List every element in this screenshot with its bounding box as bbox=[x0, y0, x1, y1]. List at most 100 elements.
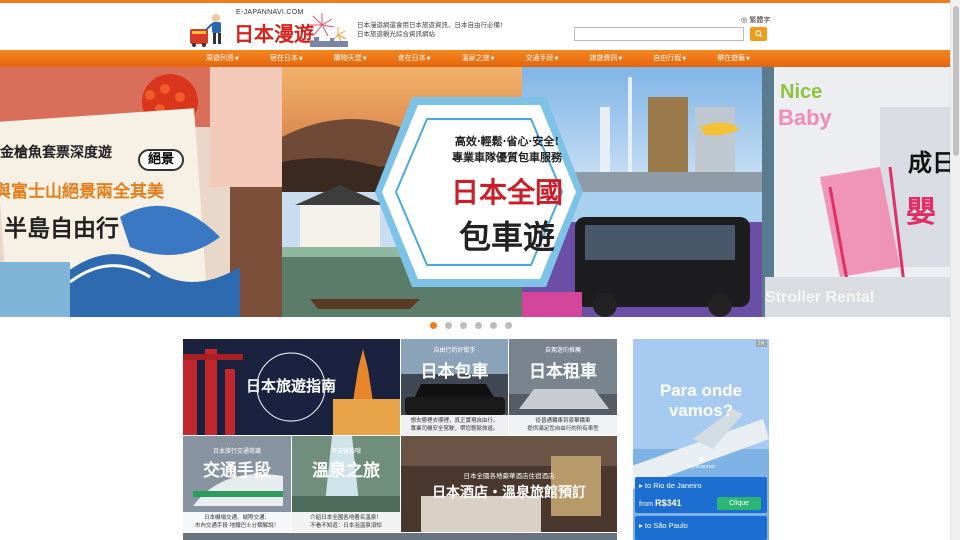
nav-item-onsen[interactable]: 溫泉之旅▼ bbox=[462, 50, 495, 67]
nav-label: 旅遊資訊 bbox=[589, 54, 618, 62]
scrollbar-thumb[interactable] bbox=[953, 6, 959, 156]
hero-carousel[interactable]: 金槍魚套票深度遊 絕景 與富士山絕景兩全其美 半島自由行 高效·輕鬆·省心·安全… bbox=[0, 67, 950, 317]
caption-line: 市內交通手段 地鐵巴士分類解說！ bbox=[194, 523, 280, 529]
caption-line: 想去哪裡去哪裡，真正實現自由行。 bbox=[410, 418, 499, 424]
nav-item-info[interactable]: 旅遊資訊▼ bbox=[589, 50, 622, 67]
ad-headline-line1: Para onde bbox=[659, 381, 743, 400]
caret-down-icon: ▼ bbox=[746, 56, 750, 62]
tile-transport-caption: 日本機場交通、城際交通、 市內交通手段 地鐵巴士分類解說！ bbox=[183, 512, 291, 532]
nav-item-hotels[interactable]: 宿在日本▼ bbox=[270, 50, 303, 67]
tile-hotel-booking[interactable]: 日本全國各地豪華酒店住宿酒店 日本酒店・溫泉旅館預訂 bbox=[401, 436, 617, 532]
advertisement-banner[interactable]: i× Para onde vamos? ✹ Skyscanner ▸ to Ri… bbox=[633, 339, 769, 540]
ad-headline: Para onde vamos? bbox=[633, 381, 769, 421]
fireworks-logo-icon bbox=[310, 13, 348, 47]
tile-onsen-subtitle: 不去後悔哦 bbox=[330, 448, 361, 455]
ad-destination-2-label: to São Paulo bbox=[644, 521, 688, 530]
tile-rent-title: 日本租車 bbox=[529, 362, 597, 382]
tile-car-rental[interactable]: 自駕遊的推薦 日本租車 從普通轎車到豪華轎車 提供滿足您自由行的所有車型 bbox=[509, 339, 617, 435]
tile-transport-title: 交通手段 bbox=[203, 461, 271, 481]
nav-item-tours[interactable]: 周遊列島▼ bbox=[206, 50, 239, 67]
nav-label: 購物天堂 bbox=[333, 54, 362, 62]
nav-label: 樂在遊藝 bbox=[717, 54, 746, 62]
tile-transport[interactable]: 日本旅行交通常識 交通手段 日本機場交通、城際交通、 市內交通手段 地鐵巴士分類… bbox=[183, 436, 291, 532]
slide-center-tagline2: 專業車隊優質包車服務 bbox=[452, 151, 562, 164]
tagline-line-1: 日本漫遊網還會用日本旅遊資訊、日本自由行必備! bbox=[357, 21, 503, 29]
caret-down-icon: ▼ bbox=[235, 56, 239, 62]
ad-offer-card-2[interactable]: ▸ to São Paulo bbox=[635, 516, 767, 540]
tile-rent-subtitle: 自駕遊的推薦 bbox=[544, 347, 581, 354]
traveler-logo-icon[interactable] bbox=[188, 12, 232, 48]
tile-onsen[interactable]: 不去後悔哦 溫泉之旅 介紹日本全國各地著名溫泉！ 不看不知道：日本泡溫泉須知 bbox=[292, 436, 400, 532]
caption-line: 介紹日本全國各地著名溫泉！ bbox=[310, 515, 382, 521]
tile-row-next bbox=[183, 533, 617, 540]
slide-left-line3: 半島自由行 bbox=[4, 215, 119, 242]
search-input[interactable] bbox=[574, 27, 744, 41]
caption-line: 專業司機安全駕駛，帶您輕鬆旅遊。 bbox=[410, 426, 499, 432]
carousel-dot-2[interactable] bbox=[445, 322, 452, 329]
slide-right-title2: 嬰 bbox=[906, 195, 936, 230]
tile-rent-caption: 從普通轎車到豪華轎車 提供滿足您自由行的所有車型 bbox=[509, 415, 617, 435]
nav-label: 溫泉之旅 bbox=[461, 54, 490, 62]
ad-offer-card-1[interactable]: ▸ to Rio de Janeiro from R$341 Clique bbox=[635, 477, 767, 513]
tile-car-title: 日本包車 bbox=[420, 362, 489, 382]
ad-destination-1: ▸ to Rio de Janeiro bbox=[639, 481, 702, 490]
caret-down-icon: ▼ bbox=[362, 56, 367, 62]
slide-left-line2: 與富士山絕景兩全其美 bbox=[0, 182, 164, 202]
ad-price: from R$341 bbox=[639, 498, 681, 508]
skyscanner-logo-icon: ✹ bbox=[697, 455, 705, 464]
tile-car-caption: 想去哪裡去哪裡，真正實現自由行。 專業司機安全駕駛，帶您輕鬆旅遊。 bbox=[401, 415, 508, 435]
ad-brand-label: Skyscanner bbox=[686, 464, 716, 470]
ad-headline-line2: vamos? bbox=[668, 401, 734, 420]
logo-subtitle: E-JAPANNAVI.COM bbox=[236, 9, 304, 16]
caret-down-icon: ▼ bbox=[426, 56, 431, 62]
caret-down-icon: ▼ bbox=[682, 56, 687, 62]
carousel-indicators bbox=[430, 322, 512, 329]
carousel-dot-3[interactable] bbox=[460, 322, 467, 329]
nav-label: 交通手段 bbox=[525, 54, 554, 62]
caption-line: 日本機場交通、城際交通、 bbox=[203, 515, 270, 521]
caret-down-icon: ▼ bbox=[618, 56, 623, 62]
ad-destination-1-label: to Rio de Janeiro bbox=[644, 481, 702, 490]
tile-transport-subtitle: 日本旅行交通常識 bbox=[212, 448, 261, 455]
tile-hotel-subtitle: 日本全國各地豪華酒店住宿酒店 bbox=[463, 472, 555, 480]
nav-item-transport[interactable]: 交通手段▼ bbox=[525, 50, 558, 67]
carousel-dot-4[interactable] bbox=[475, 322, 482, 329]
tile-car-subtitle: 自由行的好幫手 bbox=[433, 347, 476, 354]
nav-item-itinerary[interactable]: 自由行程▼ bbox=[653, 50, 686, 67]
nav-item-food[interactable]: 食在日本▼ bbox=[398, 50, 431, 67]
nav-label: 周遊列島 bbox=[206, 54, 234, 62]
tile-charter-car[interactable]: 自由行的好幫手 日本包車 想去哪裡去哪裡，真正實現自由行。 專業司機安全駕駛，帶… bbox=[401, 339, 508, 435]
ad-from-label: from bbox=[639, 501, 653, 508]
caret-down-icon: ▼ bbox=[554, 56, 559, 62]
tile-onsen-caption: 介紹日本全國各地著名溫泉！ 不看不知道：日本泡溫泉須知 bbox=[292, 512, 400, 532]
ad-cta-button[interactable]: Clique bbox=[717, 497, 761, 510]
tagline-line-2: 日本旅遊觀光綜合資訊網站 bbox=[357, 30, 435, 38]
tile-travel-guide[interactable]: 日本旅遊指南 bbox=[183, 339, 400, 435]
slide-center-tagline1: 高效·輕鬆·省心·安全! bbox=[454, 135, 560, 148]
ad-destination-2: ▸ to São Paulo bbox=[639, 521, 688, 530]
globe-icon: ◎ bbox=[741, 16, 748, 24]
search-button[interactable] bbox=[750, 27, 767, 41]
language-selector[interactable]: ◎ 繁體字 bbox=[741, 15, 770, 25]
ad-info-icon[interactable]: i× bbox=[756, 340, 767, 347]
carousel-dot-5[interactable] bbox=[490, 322, 497, 329]
page-scrollbar[interactable] bbox=[950, 0, 960, 540]
tile-hotel-title: 日本酒店・溫泉旅館預訂 bbox=[432, 485, 586, 501]
slide-right-title1: 成日 bbox=[908, 148, 950, 177]
slide-left-badge: 絕景 bbox=[138, 149, 184, 171]
caret-down-icon: ▼ bbox=[298, 56, 303, 62]
carousel-dot-6[interactable] bbox=[505, 322, 512, 329]
logo-title[interactable]: 日本漫遊 bbox=[234, 18, 314, 47]
site-tagline: 日本漫遊網還會用日本旅遊資訊、日本自由行必備! 日本旅遊觀光綜合資訊網站 bbox=[357, 21, 507, 39]
carousel-dot-1[interactable] bbox=[430, 322, 437, 329]
ad-brand: ✹ Skyscanner bbox=[633, 455, 769, 470]
nav-item-shopping[interactable]: 購物天堂▼ bbox=[334, 50, 367, 67]
slide-left-line1: 金槍魚套票深度遊 bbox=[0, 145, 112, 161]
caption-line: 不看不知道：日本泡溫泉須知 bbox=[310, 523, 382, 529]
nav-item-entertainment[interactable]: 樂在遊藝▼ bbox=[717, 50, 750, 67]
nav-label: 食在日本 bbox=[397, 54, 426, 62]
search-icon bbox=[754, 30, 763, 38]
caption-line: 從普通轎車到豪華轎車 bbox=[535, 418, 591, 424]
slide-right-brand2: Baby bbox=[778, 105, 832, 130]
tile-guide-title: 日本旅遊指南 bbox=[245, 377, 336, 395]
